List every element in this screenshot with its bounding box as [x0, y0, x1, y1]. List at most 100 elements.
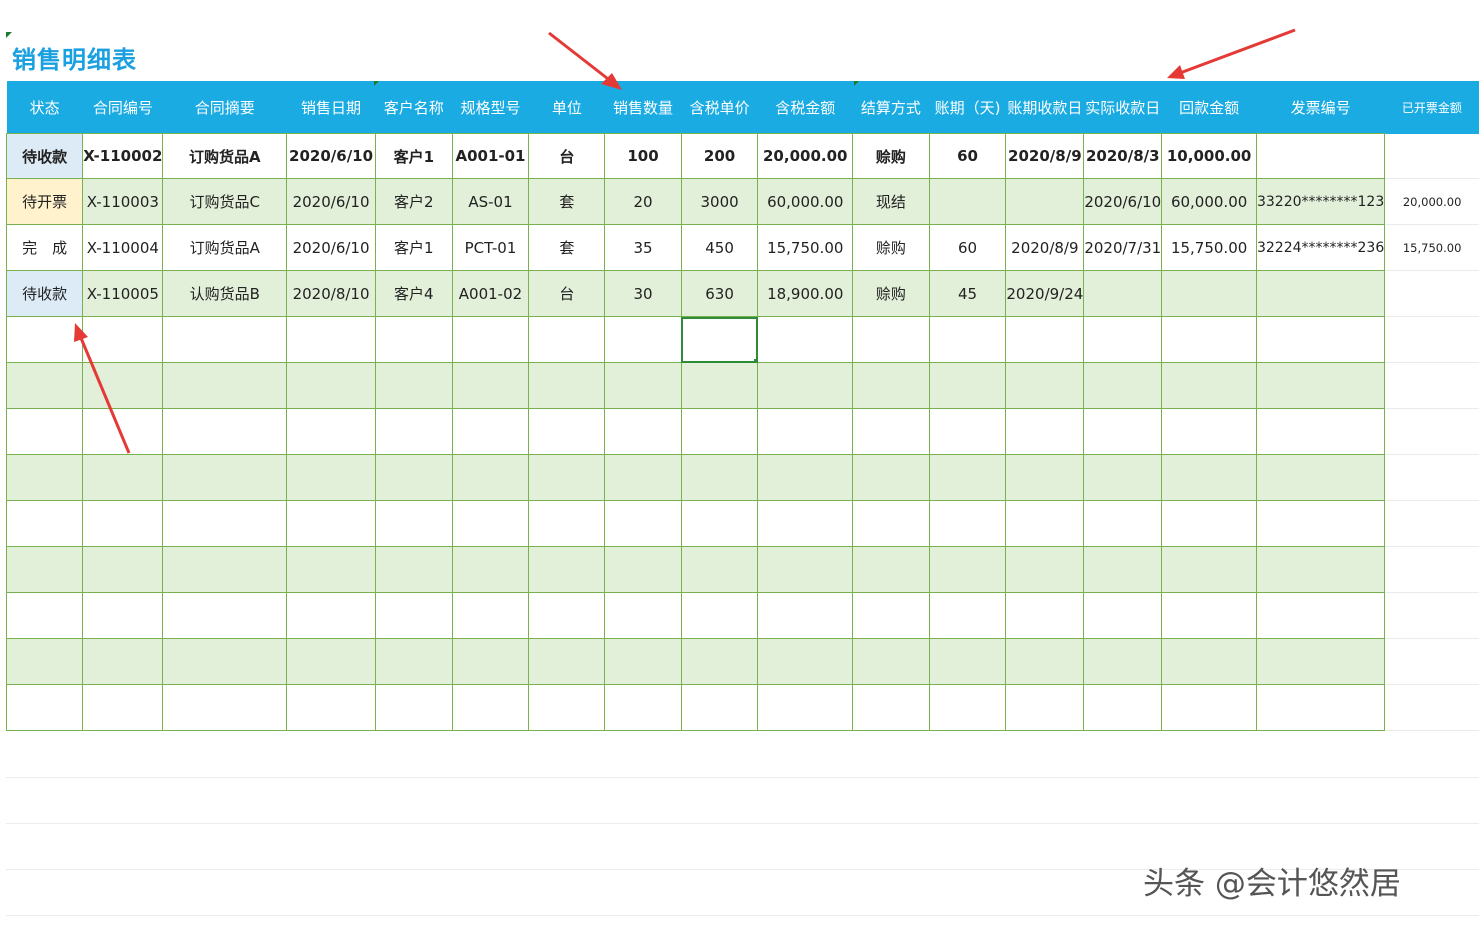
empty-cell[interactable] [1005, 592, 1085, 639]
empty-cell[interactable] [5, 638, 84, 685]
header-contract-no[interactable]: 合同编号 [82, 81, 163, 134]
status-cell[interactable]: 待开票 [5, 178, 84, 225]
empty-cell[interactable] [1161, 546, 1257, 593]
empty-cell[interactable] [528, 546, 606, 593]
table-cell[interactable]: 2020/8/3 [1083, 133, 1163, 179]
table-cell[interactable]: 赊购 [852, 270, 930, 317]
empty-cell[interactable] [852, 546, 930, 593]
table-cell[interactable]: 套 [528, 178, 606, 225]
empty-cell[interactable] [1384, 638, 1479, 685]
empty-cell[interactable] [852, 684, 930, 731]
empty-cell[interactable] [1083, 546, 1163, 593]
empty-cell[interactable] [1005, 362, 1085, 409]
empty-cell[interactable] [528, 454, 606, 501]
empty-cell[interactable] [852, 638, 930, 685]
empty-cell[interactable] [928, 500, 1007, 547]
table-cell[interactable]: 33220********123 [1255, 178, 1386, 225]
empty-cell[interactable] [286, 316, 376, 363]
table-cell[interactable]: 2020/7/31 [1083, 224, 1163, 271]
table-cell[interactable]: X-110004 [82, 224, 164, 271]
empty-cell[interactable] [1255, 408, 1386, 455]
selected-cell[interactable] [680, 316, 759, 363]
empty-cell[interactable] [1384, 500, 1479, 547]
empty-cell[interactable] [286, 684, 376, 731]
empty-cell[interactable] [1161, 592, 1257, 639]
table-cell[interactable]: A001-01 [451, 133, 530, 179]
table-cell[interactable]: 60 [928, 133, 1007, 179]
table-cell[interactable]: 现结 [852, 178, 930, 225]
empty-cell[interactable] [1255, 592, 1386, 639]
header-actual-date[interactable]: 实际收款日 [1083, 81, 1162, 134]
empty-cell[interactable] [757, 592, 854, 639]
empty-cell[interactable] [375, 684, 453, 731]
empty-cell[interactable] [928, 638, 1007, 685]
empty-cell[interactable] [928, 316, 1007, 363]
empty-cell[interactable] [1005, 546, 1085, 593]
header-invoiced-amount[interactable]: 已开票金额 [1384, 81, 1479, 134]
table-cell[interactable] [1255, 133, 1386, 179]
empty-cell[interactable] [1005, 316, 1085, 363]
empty-cell[interactable] [528, 408, 606, 455]
empty-cell[interactable] [1161, 454, 1257, 501]
table-cell[interactable]: 100 [604, 133, 682, 179]
table-cell[interactable]: 台 [528, 133, 606, 179]
empty-cell[interactable] [928, 546, 1007, 593]
table-cell[interactable]: 45 [928, 270, 1007, 317]
empty-cell[interactable] [451, 638, 530, 685]
table-cell[interactable]: X-110003 [82, 178, 164, 225]
table-cell[interactable] [1005, 178, 1085, 225]
table-cell[interactable]: 2020/6/10 [286, 178, 376, 225]
table-cell[interactable]: 赊购 [852, 224, 930, 271]
empty-cell[interactable] [1161, 684, 1257, 731]
table-cell[interactable]: 60,000.00 [757, 178, 854, 225]
empty-cell[interactable] [757, 362, 854, 409]
table-cell[interactable]: 2020/8/9 [1005, 224, 1085, 271]
empty-cell[interactable] [1005, 454, 1085, 501]
header-term-days[interactable]: 账期（天) [929, 81, 1006, 134]
empty-cell[interactable] [375, 454, 453, 501]
table-cell[interactable]: 30 [604, 270, 682, 317]
empty-cell[interactable] [451, 546, 530, 593]
empty-cell[interactable] [928, 408, 1007, 455]
table-cell[interactable]: 20,000.00 [757, 133, 854, 179]
empty-cell[interactable] [82, 316, 164, 363]
empty-cell[interactable] [1083, 362, 1163, 409]
table-cell[interactable]: 2020/6/10 [286, 224, 376, 271]
status-cell[interactable]: 完 成 [5, 224, 84, 271]
empty-cell[interactable] [162, 454, 288, 501]
header-sales-date[interactable]: 销售日期 [286, 81, 376, 134]
status-cell[interactable]: 待收款 [5, 270, 84, 317]
empty-cell[interactable] [680, 500, 759, 547]
table-cell[interactable]: A001-02 [451, 270, 530, 317]
table-cell[interactable]: PCT-01 [451, 224, 530, 271]
empty-cell[interactable] [1161, 316, 1257, 363]
empty-cell[interactable] [604, 638, 682, 685]
empty-cell[interactable] [162, 546, 288, 593]
empty-cell[interactable] [375, 546, 453, 593]
empty-cell[interactable] [604, 316, 682, 363]
table-cell[interactable]: 20,000.00 [1384, 178, 1479, 225]
table-cell[interactable]: 客户4 [375, 270, 453, 317]
empty-cell[interactable] [1255, 684, 1386, 731]
table-cell[interactable]: 3000 [680, 178, 759, 225]
table-cell[interactable] [1255, 270, 1386, 317]
header-sales-qty[interactable]: 销售数量 [604, 81, 682, 134]
empty-cell[interactable] [286, 362, 376, 409]
table-cell[interactable] [1384, 133, 1479, 179]
empty-cell[interactable] [1255, 500, 1386, 547]
empty-cell[interactable] [1083, 408, 1163, 455]
empty-cell[interactable] [528, 500, 606, 547]
empty-cell[interactable] [928, 592, 1007, 639]
empty-cell[interactable] [604, 684, 682, 731]
table-cell[interactable]: 套 [528, 224, 606, 271]
empty-cell[interactable] [528, 362, 606, 409]
table-cell[interactable]: 18,900.00 [757, 270, 854, 317]
header-customer-name[interactable]: 客户名称 [375, 81, 453, 134]
empty-cell[interactable] [1384, 408, 1479, 455]
empty-cell[interactable] [82, 500, 164, 547]
empty-cell[interactable] [1384, 546, 1479, 593]
empty-cell[interactable] [1161, 362, 1257, 409]
empty-cell[interactable] [5, 592, 84, 639]
empty-cell[interactable] [680, 592, 759, 639]
header-due-date[interactable]: 账期收款日 [1005, 81, 1084, 134]
